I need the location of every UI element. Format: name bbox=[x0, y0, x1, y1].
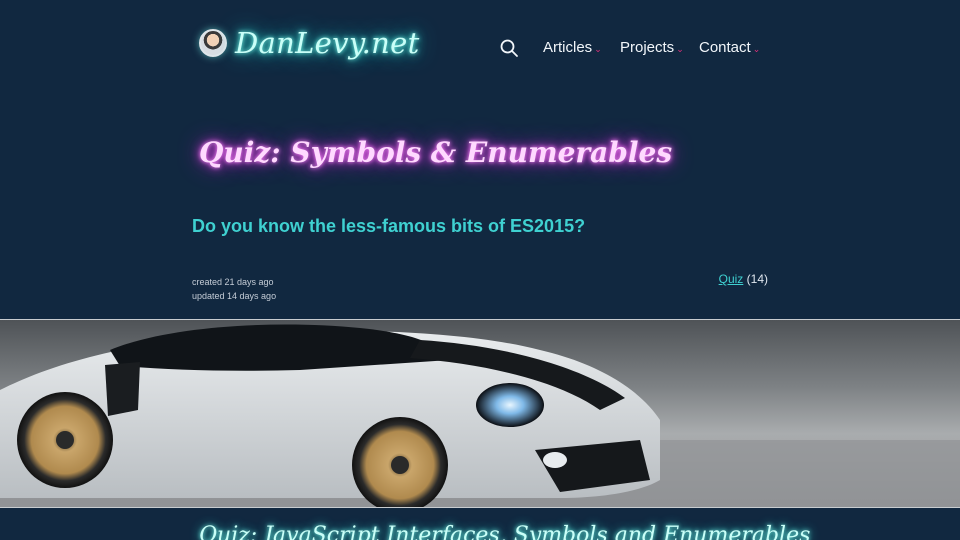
site-logo-text: DanLevy.net bbox=[235, 26, 420, 60]
nav-contact[interactable]: Contact ⌄ bbox=[699, 39, 760, 56]
hero-car-illustration bbox=[0, 320, 960, 507]
hero-image bbox=[0, 319, 960, 508]
search-icon[interactable] bbox=[499, 38, 519, 58]
chevron-down-icon: ⌄ bbox=[676, 44, 684, 54]
category-count: (14) bbox=[746, 272, 768, 286]
chevron-down-icon: ⌄ bbox=[752, 44, 761, 54]
nav-articles[interactable]: Articles ⌄ bbox=[543, 39, 602, 56]
avatar bbox=[199, 29, 227, 57]
nav-contact-label: Contact bbox=[699, 39, 751, 56]
next-article-title[interactable]: Quiz: JavaScript Interfaces, Symbols and… bbox=[199, 523, 810, 540]
site-logo-link[interactable]: DanLevy.net bbox=[199, 26, 420, 60]
nav-projects-label: Projects bbox=[620, 39, 675, 56]
updated-date: updated 14 days ago bbox=[192, 291, 277, 301]
category-tag: Quiz (14) bbox=[719, 272, 768, 286]
article-subtitle: Do you know the less-famous bits of ES20… bbox=[192, 216, 586, 236]
created-date: created 21 days ago bbox=[192, 277, 274, 287]
site-header: DanLevy.net Articles ⌄ Projects ⌄ Contac… bbox=[0, 0, 960, 100]
chevron-down-icon: ⌄ bbox=[594, 44, 602, 54]
page-title: Quiz: Symbols & Enumerables bbox=[199, 136, 673, 169]
nav-projects[interactable]: Projects ⌄ bbox=[620, 39, 684, 56]
article-dates: created 21 days ago updated 14 days ago bbox=[192, 275, 276, 303]
nav-articles-label: Articles bbox=[543, 39, 593, 56]
category-link[interactable]: Quiz bbox=[719, 272, 744, 286]
